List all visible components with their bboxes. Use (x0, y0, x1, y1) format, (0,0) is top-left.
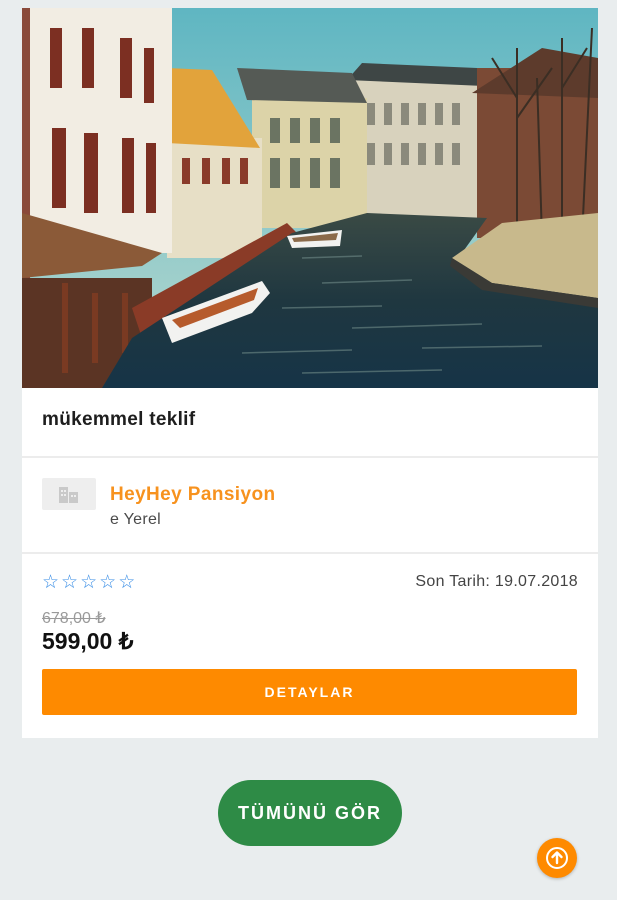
see-all-button[interactable]: TÜMÜNÜ GÖR (218, 780, 402, 846)
star-outline-icon: ☆ (61, 572, 79, 593)
star-outline-icon: ☆ (99, 572, 117, 593)
canal-photo (22, 8, 598, 388)
star-outline-icon: ☆ (42, 572, 60, 593)
arrow-up-icon (546, 847, 568, 869)
deal-title: mükemmel teklif (42, 409, 196, 430)
deadline-date: Son Tarih: 19.07.2018 (415, 573, 578, 590)
deal-card[interactable]: mükemmel teklif HeyHey Pansiyon e Yerel … (22, 8, 598, 738)
building-icon (59, 487, 78, 503)
hotel-logo-placeholder (42, 478, 96, 510)
divider (22, 552, 598, 554)
divider (22, 456, 598, 458)
hotel-name-link[interactable]: HeyHey Pansiyon (110, 484, 275, 506)
star-outline-icon: ☆ (80, 572, 98, 593)
deal-image[interactable] (22, 8, 598, 388)
current-price: 599,00 ₺ (42, 628, 134, 654)
details-button[interactable]: DETAYLAR (42, 669, 577, 715)
hotel-location: e Yerel (110, 511, 162, 528)
old-price: 678,00 ₺ (42, 610, 106, 627)
star-outline-icon: ☆ (118, 572, 136, 593)
rating-stars: ☆ ☆ ☆ ☆ ☆ (42, 573, 135, 593)
scroll-to-top-button[interactable] (537, 838, 577, 878)
